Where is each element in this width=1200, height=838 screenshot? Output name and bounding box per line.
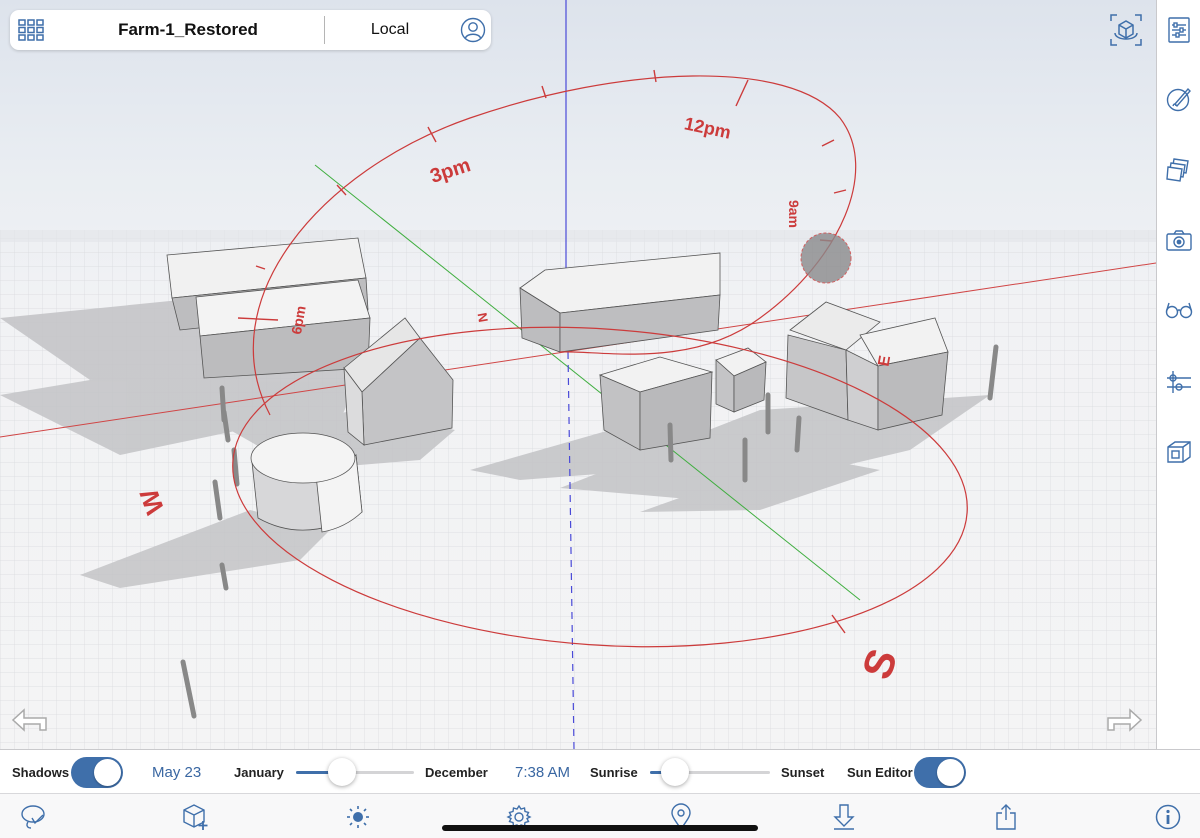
display-button[interactable] <box>1164 295 1194 325</box>
redo-button[interactable] <box>1104 704 1144 734</box>
info-button[interactable] <box>1153 802 1183 832</box>
shadows-toggle[interactable] <box>71 757 123 788</box>
time-slider-thumb[interactable] <box>661 758 690 786</box>
profile-button[interactable] <box>455 17 491 43</box>
entity-info-icon <box>1168 17 1190 43</box>
time-slider[interactable] <box>650 758 770 786</box>
month-end-label: December <box>425 765 488 780</box>
layers-button[interactable] <box>1164 155 1194 185</box>
outliner-button[interactable] <box>1164 367 1194 397</box>
layers-icon <box>1166 158 1189 182</box>
month-slider[interactable] <box>296 758 414 786</box>
sunset-label: Sunset <box>781 765 825 780</box>
orbit-icon <box>1110 14 1142 46</box>
grid-icon <box>18 19 44 41</box>
scene-canvas <box>0 0 1156 749</box>
bottom-toolbar <box>0 794 1200 838</box>
sun-editor-toggle[interactable] <box>914 757 966 788</box>
sun-marker[interactable] <box>800 232 852 284</box>
time-value[interactable]: 7:38 AM <box>515 764 570 781</box>
entity-info-button[interactable] <box>1164 15 1194 45</box>
date-value[interactable]: May 23 <box>152 764 201 781</box>
sunrise-label: Sunrise <box>590 765 638 780</box>
outliner-icon <box>1167 371 1191 393</box>
sun-editor-toggle-knob <box>937 759 964 786</box>
display-glasses-icon <box>1165 302 1193 319</box>
orbit-button[interactable] <box>1108 12 1144 48</box>
scenes-camera-icon <box>1166 230 1192 251</box>
info-icon <box>1155 804 1181 830</box>
model-browser-button[interactable] <box>10 10 52 50</box>
model-viewport[interactable]: 9am 12pm 3pm 6pm N E W S <box>0 0 1156 749</box>
sun-editor-label: Sun Editor <box>847 765 913 780</box>
person-icon <box>460 17 486 43</box>
materials-button[interactable] <box>1164 84 1194 114</box>
model-title[interactable]: Farm-1_Restored <box>52 20 324 40</box>
share-icon <box>996 804 1016 830</box>
add-component-icon <box>183 804 208 830</box>
select-button[interactable] <box>18 802 48 832</box>
month-slider-thumb[interactable] <box>328 758 357 786</box>
materials-brush-icon <box>1166 87 1191 112</box>
home-indicator <box>442 825 758 831</box>
scenes-button[interactable] <box>1164 225 1194 255</box>
sun-icon <box>347 806 369 828</box>
share-button[interactable] <box>991 802 1021 832</box>
month-start-label: January <box>234 765 284 780</box>
download-icon <box>833 804 855 830</box>
shadows-toggle-knob <box>94 759 121 786</box>
storage-location[interactable]: Local <box>325 21 455 39</box>
hour-label-9am: 9am <box>786 199 803 229</box>
right-toolbar <box>1156 0 1200 749</box>
components-icon <box>1167 441 1191 463</box>
title-bar: Farm-1_Restored Local <box>10 10 491 50</box>
sun-settings-bar: Shadows May 23 January December 7:38 AM … <box>0 749 1200 794</box>
undo-arrow-icon <box>11 708 47 732</box>
components-button[interactable] <box>1164 437 1194 467</box>
sun-button[interactable] <box>343 802 373 832</box>
add-component-button[interactable] <box>180 802 210 832</box>
redo-arrow-icon <box>1107 708 1143 732</box>
download-button[interactable] <box>829 802 859 832</box>
lasso-select-icon <box>21 805 45 829</box>
undo-button[interactable] <box>10 704 50 734</box>
shadows-label: Shadows <box>12 765 70 780</box>
